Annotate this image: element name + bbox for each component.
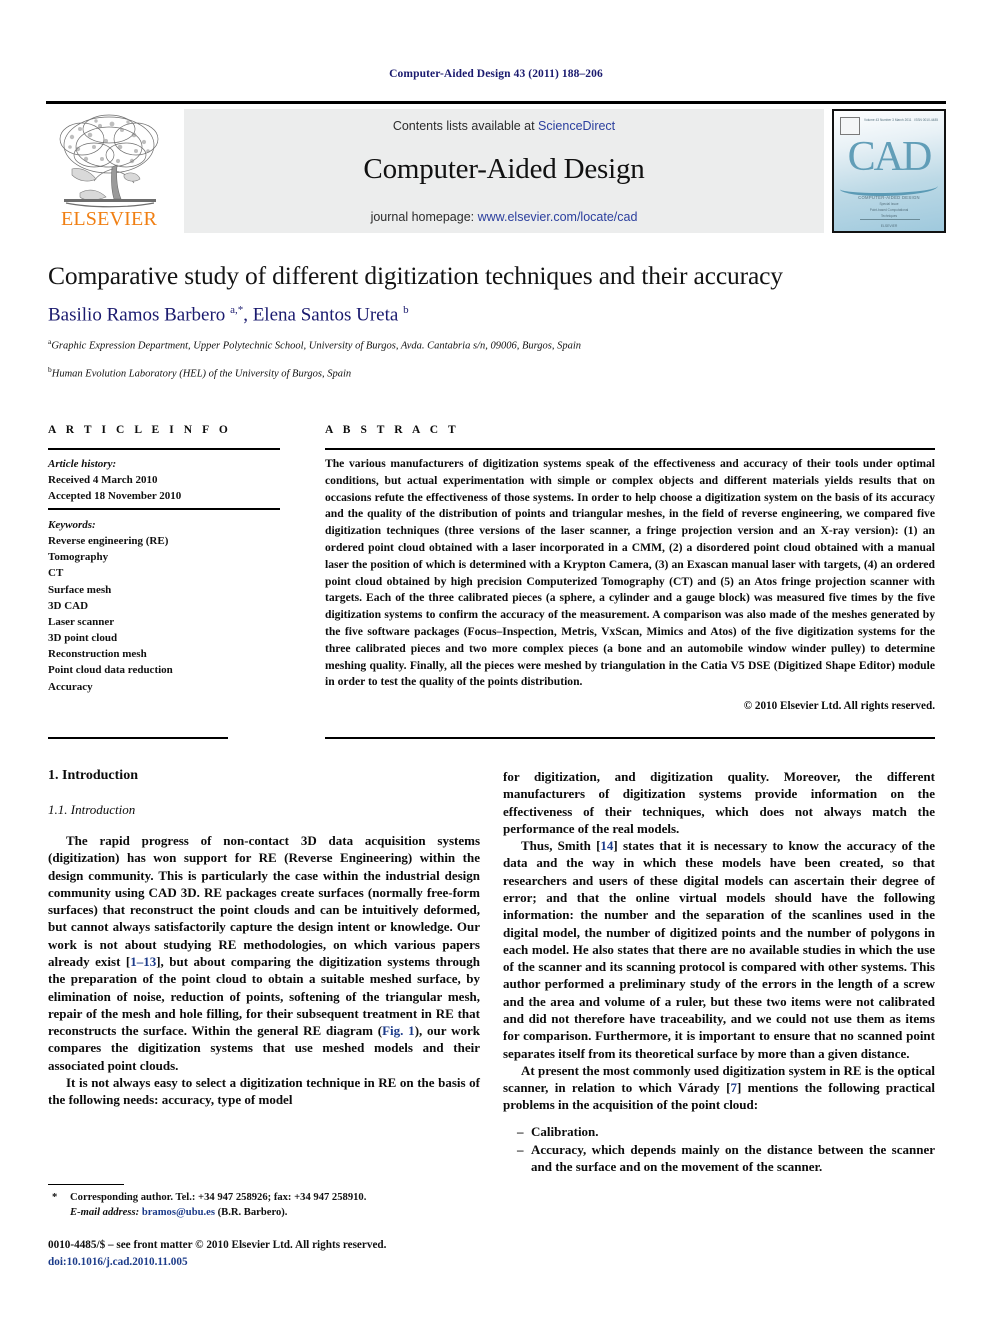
article-history-label: Article history: xyxy=(48,458,117,470)
keyword-item: 3D point cloud xyxy=(48,632,118,645)
abstract-block: The various manufacturers of digitizatio… xyxy=(325,456,935,714)
keyword-item: 3D CAD xyxy=(48,599,89,612)
article-history-accepted: Accepted 18 November 2010 xyxy=(48,490,182,503)
body-rule-right xyxy=(325,737,935,740)
keyword-item: Reverse engineering (RE) xyxy=(48,535,169,548)
body-column-left: 1. Introduction 1.1. Introduction The ra… xyxy=(48,768,480,1109)
paragraph-right-2: Thus, Smith [14] states that it is neces… xyxy=(503,837,935,1062)
journal-cover-thumbnail: Volume 43 Number 3 March 2011 ISSN 0010-… xyxy=(832,109,946,233)
cover-line-3: Point-based Computational xyxy=(869,208,909,212)
cover-header-right: ISSN 0010-4485 xyxy=(914,118,938,122)
cover-line-2: Special Issue xyxy=(879,202,899,206)
article-info-rule-top xyxy=(48,448,280,450)
cover-divider xyxy=(860,219,920,220)
section-heading-introduction: 1. Introduction xyxy=(48,768,138,783)
doi-link[interactable]: doi:10.1016/j.cad.2010.11.005 xyxy=(48,1254,548,1271)
keyword-item: Tomography xyxy=(48,551,109,564)
journal-title: Computer-Aided Design xyxy=(363,153,645,185)
citation-14[interactable]: 14 xyxy=(600,838,613,853)
abstract-copyright: © 2010 Elsevier Ltd. All rights reserved… xyxy=(743,700,935,713)
paper-page: Computer-Aided Design 43 (2011) 188–206 xyxy=(0,0,992,1323)
abstract-rule-top xyxy=(325,448,935,450)
affiliation-text-b: Human Evolution Laboratory (HEL) of the … xyxy=(51,368,352,380)
cover-line-4: Techniques xyxy=(880,214,898,218)
affiliation-text-a: Graphic Expression Department, Upper Pol… xyxy=(51,340,582,352)
cover-line-1: COMPUTER-AIDED DESIGN xyxy=(858,195,920,200)
contents-prefix: Contents lists available at xyxy=(392,119,539,133)
footnote-star-marker: * xyxy=(52,1192,58,1203)
abstract-heading: A B S T R A C T xyxy=(325,424,460,436)
corresponding-author-footnote: * Corresponding author. Tel.: +34 947 25… xyxy=(48,1190,480,1221)
para-r2-a: Thus, Smith [ xyxy=(521,838,601,854)
keyword-item: Reconstruction mesh xyxy=(48,648,147,661)
page-title: Comparative study of different digitizat… xyxy=(48,261,783,290)
body-rule-left xyxy=(48,737,228,740)
footnote-contact-line: Corresponding author. Tel.: +34 947 2589… xyxy=(70,1192,367,1203)
body-column-right: for digitization, and digitization quali… xyxy=(503,768,935,1176)
elsevier-logo: ELSEVIER xyxy=(46,109,172,233)
homepage-prefix: journal homepage: xyxy=(370,210,478,224)
elsevier-wordmark: ELSEVIER xyxy=(60,208,158,230)
article-info-heading: A R T I C L E I N F O xyxy=(48,424,232,436)
journal-homepage-line: journal homepage: www.elsevier.com/locat… xyxy=(184,210,824,224)
abstract-text: The various manufacturers of digitizatio… xyxy=(325,457,935,689)
cover-header-left: Volume 43 Number 3 March 2011 xyxy=(864,118,912,122)
elsevier-tree-icon xyxy=(59,114,159,208)
paragraph-left-1: The rapid progress of non-contact 3D dat… xyxy=(48,832,480,1074)
para-l1-a: The rapid progress of non-contact 3D dat… xyxy=(48,833,480,969)
paragraph-right-1: for digitization, and digitization quali… xyxy=(503,769,935,836)
title-block: Comparative study of different digitizat… xyxy=(48,261,938,383)
footnote-email-line: E-mail address: bramos@ubu.es (B.R. Barb… xyxy=(48,1205,480,1220)
affiliation-b: bHuman Evolution Laboratory (HEL) of the… xyxy=(48,364,938,383)
email-address-label: E-mail address: xyxy=(70,1207,140,1219)
page-footer: 0010-4485/$ – see front matter © 2010 El… xyxy=(48,1237,548,1271)
cover-header: Volume 43 Number 3 March 2011 ISSN 0010-… xyxy=(864,118,938,122)
citation-1-13[interactable]: 1–13 xyxy=(130,954,156,969)
cover-cad-letters: CAD xyxy=(847,134,933,180)
sciencedirect-link[interactable]: ScienceDirect xyxy=(538,119,615,133)
keyword-item: Laser scanner xyxy=(48,615,115,628)
para-r2-b: ] states that it is necessary to know th… xyxy=(503,838,936,1061)
contents-available-line: Contents lists available at ScienceDirec… xyxy=(184,119,824,133)
cover-line-5: ELSEVIER xyxy=(880,224,898,228)
keyword-item: Surface mesh xyxy=(48,583,112,596)
author-list: Basilio Ramos Barbero a,*, Elena Santos … xyxy=(48,303,409,325)
email-link[interactable]: bramos@ubu.es xyxy=(142,1207,215,1218)
cover-swoosh-icon xyxy=(840,179,938,196)
list-item: Calibration. xyxy=(517,1123,935,1141)
article-history-block: Article history: Received 4 March 2010 A… xyxy=(48,456,288,504)
article-history-received: Received 4 March 2010 xyxy=(48,474,158,487)
keywords-block: Keywords: Reverse engineering (RE) Tomog… xyxy=(48,517,288,695)
keywords-label: Keywords: xyxy=(48,519,96,531)
keyword-item: Point cloud data reduction xyxy=(48,664,173,677)
figure-ref-1[interactable]: Fig. 1 xyxy=(382,1023,415,1038)
keyword-item: Accuracy xyxy=(48,680,93,693)
list-item: Accuracy, which depends mainly on the di… xyxy=(517,1141,935,1176)
issn-front-matter-line: 0010-4485/$ – see front matter © 2010 El… xyxy=(48,1239,387,1251)
running-head: Computer-Aided Design 43 (2011) 188–206 xyxy=(389,68,603,80)
subsection-heading-introduction: 1.1. Introduction xyxy=(48,802,136,817)
journal-homepage-link[interactable]: www.elsevier.com/locate/cad xyxy=(478,210,638,224)
journal-info-box: Contents lists available at ScienceDirec… xyxy=(184,109,824,233)
problems-list: Calibration. Accuracy, which depends mai… xyxy=(503,1123,935,1176)
keyword-item: CT xyxy=(48,567,64,580)
footnote-rule xyxy=(48,1184,124,1186)
paragraph-right-3: At present the most commonly used digiti… xyxy=(503,1062,935,1114)
masthead-top-rule xyxy=(46,101,946,104)
article-info-rule-mid xyxy=(48,508,280,510)
journal-masthead: ELSEVIER Contents lists available at Sci… xyxy=(46,101,946,234)
affiliation-a: aGraphic Expression Department, Upper Po… xyxy=(48,336,938,355)
email-owner: (B.R. Barbero). xyxy=(217,1207,288,1219)
paragraph-left-2: It is not always easy to select a digiti… xyxy=(48,1074,480,1108)
